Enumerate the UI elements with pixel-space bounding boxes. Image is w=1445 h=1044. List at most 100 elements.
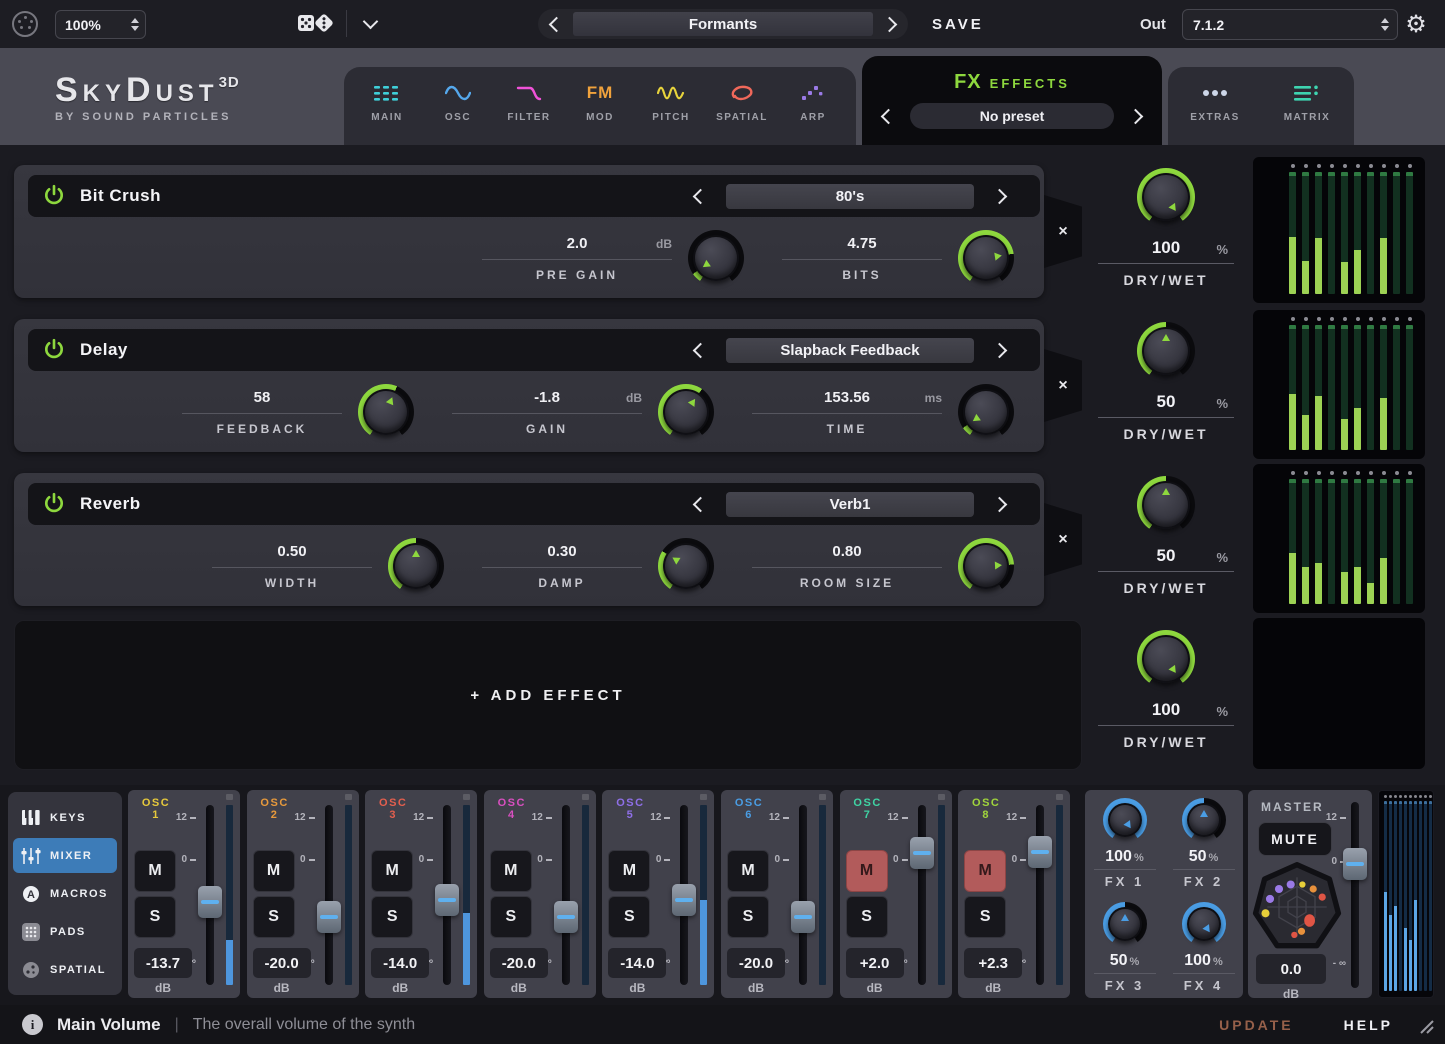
power-icon[interactable] <box>42 184 66 208</box>
master-fader-handle[interactable] <box>1343 848 1367 880</box>
channel-fader[interactable] <box>325 805 333 985</box>
mute-button[interactable]: M <box>608 850 650 892</box>
solo-button[interactable]: S <box>727 896 769 938</box>
tab-spatial[interactable]: SPATIAL <box>707 67 778 123</box>
fx-send-knob-1[interactable] <box>1103 798 1147 842</box>
dry-wet-knob-4[interactable] <box>1137 630 1195 688</box>
solo-button[interactable]: S <box>253 896 295 938</box>
mute-button[interactable]: M <box>371 850 413 892</box>
channel-fader-handle[interactable] <box>910 837 934 869</box>
toolbar-menu-button[interactable] <box>356 8 384 38</box>
effect-prev-preset-button[interactable] <box>686 183 712 209</box>
prev-preset-button[interactable] <box>538 9 572 39</box>
channel-fader[interactable] <box>1036 805 1044 985</box>
effect-prev-preset-button[interactable] <box>686 491 712 517</box>
channel-db-value[interactable]: -14.0 <box>371 948 429 978</box>
help-button[interactable]: HELP <box>1338 1016 1399 1034</box>
remove-effect-button[interactable]: × <box>1044 195 1082 268</box>
solo-button[interactable]: S <box>371 896 413 938</box>
resize-grip-icon[interactable] <box>1415 1015 1435 1035</box>
channel-fader-handle[interactable] <box>554 901 578 933</box>
channel-fader[interactable] <box>918 805 926 985</box>
fx-send-knob-3[interactable] <box>1103 902 1147 946</box>
knob-pre-gain[interactable] <box>688 230 744 286</box>
remove-effect-button[interactable]: × <box>1044 503 1082 576</box>
sidebar-item-keys[interactable]: KEYS <box>13 800 117 835</box>
channel-fader-handle[interactable] <box>435 884 459 916</box>
power-icon[interactable] <box>42 492 66 516</box>
tab-extras[interactable]: EXTRAS <box>1169 67 1261 123</box>
add-effect-button[interactable]: + ADD EFFECT <box>14 620 1082 770</box>
tab-pitch[interactable]: PITCH <box>636 67 707 123</box>
tab-main[interactable]: MAIN <box>352 67 423 123</box>
fx-prev-preset-button[interactable] <box>872 103 902 129</box>
fx-send-knob-2[interactable] <box>1182 798 1226 842</box>
tab-fx-effects[interactable]: FXEFFECTS No preset <box>862 56 1162 145</box>
channel-fader-handle[interactable] <box>1028 836 1052 868</box>
solo-button[interactable]: S <box>134 896 176 938</box>
mute-button[interactable]: M <box>134 850 176 892</box>
knob-time[interactable] <box>958 384 1014 440</box>
output-format-select[interactable]: 7.1.2 <box>1182 9 1398 40</box>
channel-fader[interactable] <box>799 805 807 985</box>
randomize-dice-button[interactable] <box>296 10 336 38</box>
channel-db-value[interactable]: -13.7 <box>134 948 192 978</box>
sidebar-item-spatial[interactable]: SPATIAL <box>13 952 117 987</box>
sidebar-item-mixer[interactable]: MIXER <box>13 838 117 873</box>
tab-filter[interactable]: FILTER <box>494 67 565 123</box>
effect-next-preset-button[interactable] <box>988 337 1014 363</box>
solo-button[interactable]: S <box>608 896 650 938</box>
effect-next-preset-button[interactable] <box>988 491 1014 517</box>
knob-feedback[interactable] <box>358 384 414 440</box>
mute-button[interactable]: M <box>846 850 888 892</box>
mute-button[interactable]: M <box>490 850 532 892</box>
channel-db-value[interactable]: +2.0 <box>846 948 904 978</box>
solo-button[interactable]: S <box>964 896 1006 938</box>
remove-effect-button[interactable]: × <box>1044 349 1082 422</box>
channel-db-value[interactable]: -20.0 <box>490 948 548 978</box>
zoom-select[interactable]: 100% <box>55 10 146 39</box>
sidebar-item-pads[interactable]: PADS <box>13 914 117 949</box>
master-fader[interactable] <box>1351 802 1359 988</box>
preset-name[interactable]: Formants <box>573 12 873 36</box>
solo-button[interactable]: S <box>490 896 532 938</box>
dry-wet-knob-2[interactable] <box>1137 322 1195 380</box>
effect-next-preset-button[interactable] <box>988 183 1014 209</box>
next-preset-button[interactable] <box>874 9 908 39</box>
tab-arp[interactable]: ARP <box>778 67 849 123</box>
fx-preset-name[interactable]: No preset <box>910 103 1114 129</box>
channel-db-value[interactable]: +2.3 <box>964 948 1022 978</box>
fx-next-preset-button[interactable] <box>1122 103 1152 129</box>
power-icon[interactable] <box>42 338 66 362</box>
mute-button[interactable]: M <box>727 850 769 892</box>
save-button[interactable]: SAVE <box>926 0 990 48</box>
dry-wet-knob-1[interactable] <box>1137 168 1195 226</box>
channel-fader-handle[interactable] <box>198 886 222 918</box>
channel-db-value[interactable]: -20.0 <box>253 948 311 978</box>
effect-preset-name[interactable]: 80's <box>726 184 974 209</box>
knob-damp[interactable] <box>658 538 714 594</box>
channel-fader-handle[interactable] <box>317 901 341 933</box>
tab-osc[interactable]: OSC <box>423 67 494 123</box>
knob-room-size[interactable] <box>958 538 1014 594</box>
tab-mod[interactable]: FMMOD <box>565 67 636 123</box>
update-button[interactable]: UPDATE <box>1213 1016 1300 1034</box>
effect-preset-name[interactable]: Verb1 <box>726 492 974 517</box>
effect-prev-preset-button[interactable] <box>686 337 712 363</box>
settings-gear-icon[interactable]: ⚙ <box>1399 8 1433 40</box>
channel-db-value[interactable]: -14.0 <box>608 948 666 978</box>
fx-send-knob-4[interactable] <box>1182 902 1226 946</box>
channel-fader[interactable] <box>562 805 570 985</box>
sidebar-item-macros[interactable]: AMACROS <box>13 876 117 911</box>
midi-icon[interactable] <box>12 11 38 37</box>
channel-fader-handle[interactable] <box>672 884 696 916</box>
channel-db-value[interactable]: -20.0 <box>727 948 785 978</box>
mute-button[interactable]: M <box>964 850 1006 892</box>
solo-button[interactable]: S <box>846 896 888 938</box>
knob-width[interactable] <box>388 538 444 594</box>
knob-gain[interactable] <box>658 384 714 440</box>
dry-wet-knob-3[interactable] <box>1137 476 1195 534</box>
tab-matrix[interactable]: MATRIX <box>1261 67 1353 123</box>
effect-preset-name[interactable]: Slapback Feedback <box>726 338 974 363</box>
knob-bits[interactable] <box>958 230 1014 286</box>
